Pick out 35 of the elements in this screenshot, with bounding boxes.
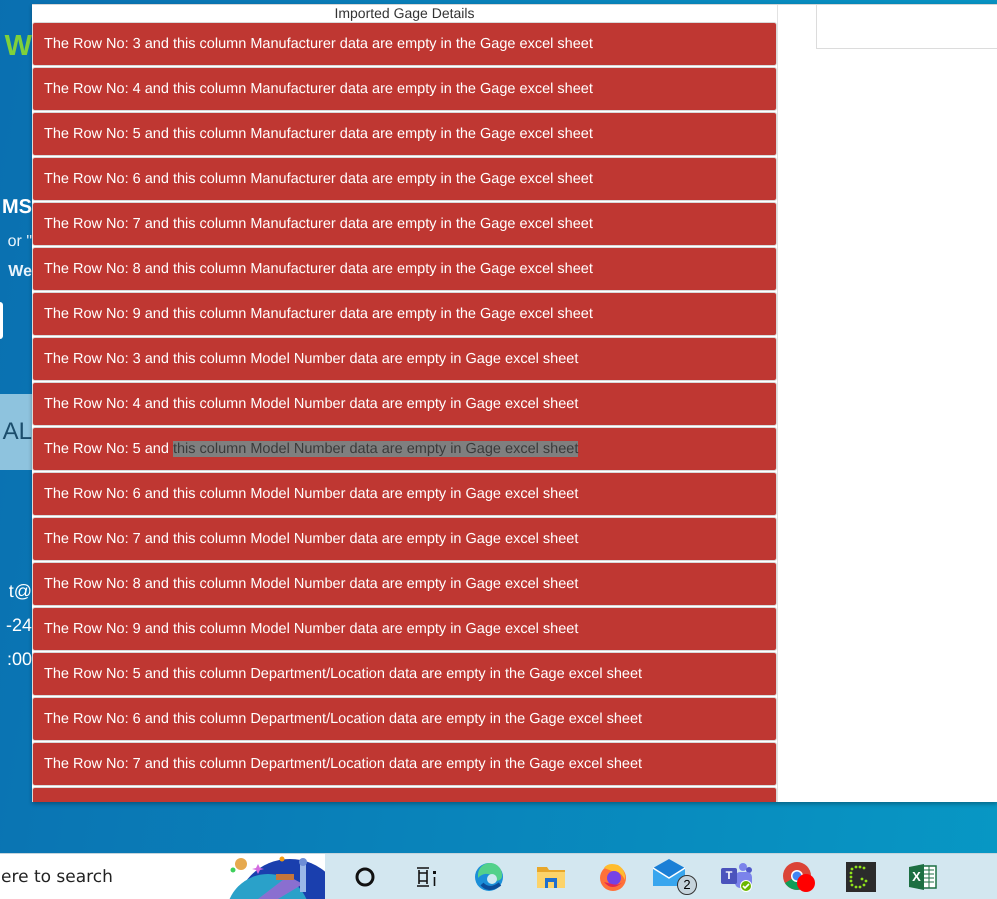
contact-text: t@ [8, 580, 32, 602]
circle-icon[interactable] [355, 866, 375, 886]
error-row: The Row No: 4 and this column Model Number data are empty in Gage excel sheet [32, 382, 777, 426]
error-row: The Row No: 7 and this column Manufacturer data are empty in the Gage excel sheet [32, 202, 777, 246]
error-row: The Row No: 6 and this column Manufacturer data are empty in the Gage excel sheet [32, 157, 777, 201]
page-button[interactable] [0, 302, 3, 339]
error-row: The Row No: 6 and this column Model Number data are empty in Gage excel sheet [32, 472, 777, 516]
error-row: The Row No: 5 and this column Manufacturer data are empty in the Gage excel sheet [32, 112, 777, 156]
browser-icon[interactable] [474, 862, 504, 892]
error-row: The Row No: 7 and this column Model Number data are empty in Gage excel sheet [32, 517, 777, 561]
heading-text: MS [2, 195, 32, 220]
body-text: We [8, 262, 32, 282]
logo-text: W [4, 29, 32, 64]
app-icon[interactable] [846, 862, 876, 892]
task-view-icon[interactable] [416, 866, 438, 886]
contact-text: -24 [6, 614, 32, 636]
error-row: The Row No: 8 and this column Model Number data are empty in Gage excel sheet [32, 562, 777, 606]
error-row: The Row No: 3 and this column Model Number data are empty in Gage excel sheet [32, 337, 777, 381]
error-message: The Row No: 5 and [44, 441, 170, 457]
chrome-icon[interactable] [782, 860, 816, 892]
body-text: or " [8, 232, 32, 252]
error-row: The Row No: 3 and this column Manufacturer data are empty in the Gage excel sheet [32, 22, 777, 66]
contact-text: :00 [6, 648, 32, 670]
error-row: The Row No: 9 and this column Manufacturer data are empty in the Gage excel sheet [32, 292, 777, 336]
error-row: The Row No: 6 and this column Department/Location data are empty in the Gage excel sheet [32, 697, 777, 741]
error-row: The Row No: 8 and this column Manufacturer data are empty in the Gage excel sheet [32, 247, 777, 291]
search-field[interactable]: ere to search [0, 854, 325, 899]
error-row: The Row No: 4 and this column Manufacturer data are empty in the Gage excel sheet [32, 67, 777, 111]
error-row: The Row No: 9 and this column Model Number data are empty in Gage excel sheet [32, 607, 777, 651]
banner-text: AL [2, 418, 32, 446]
firefox-icon[interactable] [598, 862, 628, 892]
error-row: The Row No: 5 and this column Department/Location data are empty in the Gage excel sheet [32, 652, 777, 696]
notification-badge: 2 [677, 874, 697, 894]
error-row: The Row No: 7 and this column Department/Location data are empty in the Gage excel sheet [32, 742, 777, 786]
dialog-title: Imported Gage Details [333, 5, 476, 21]
